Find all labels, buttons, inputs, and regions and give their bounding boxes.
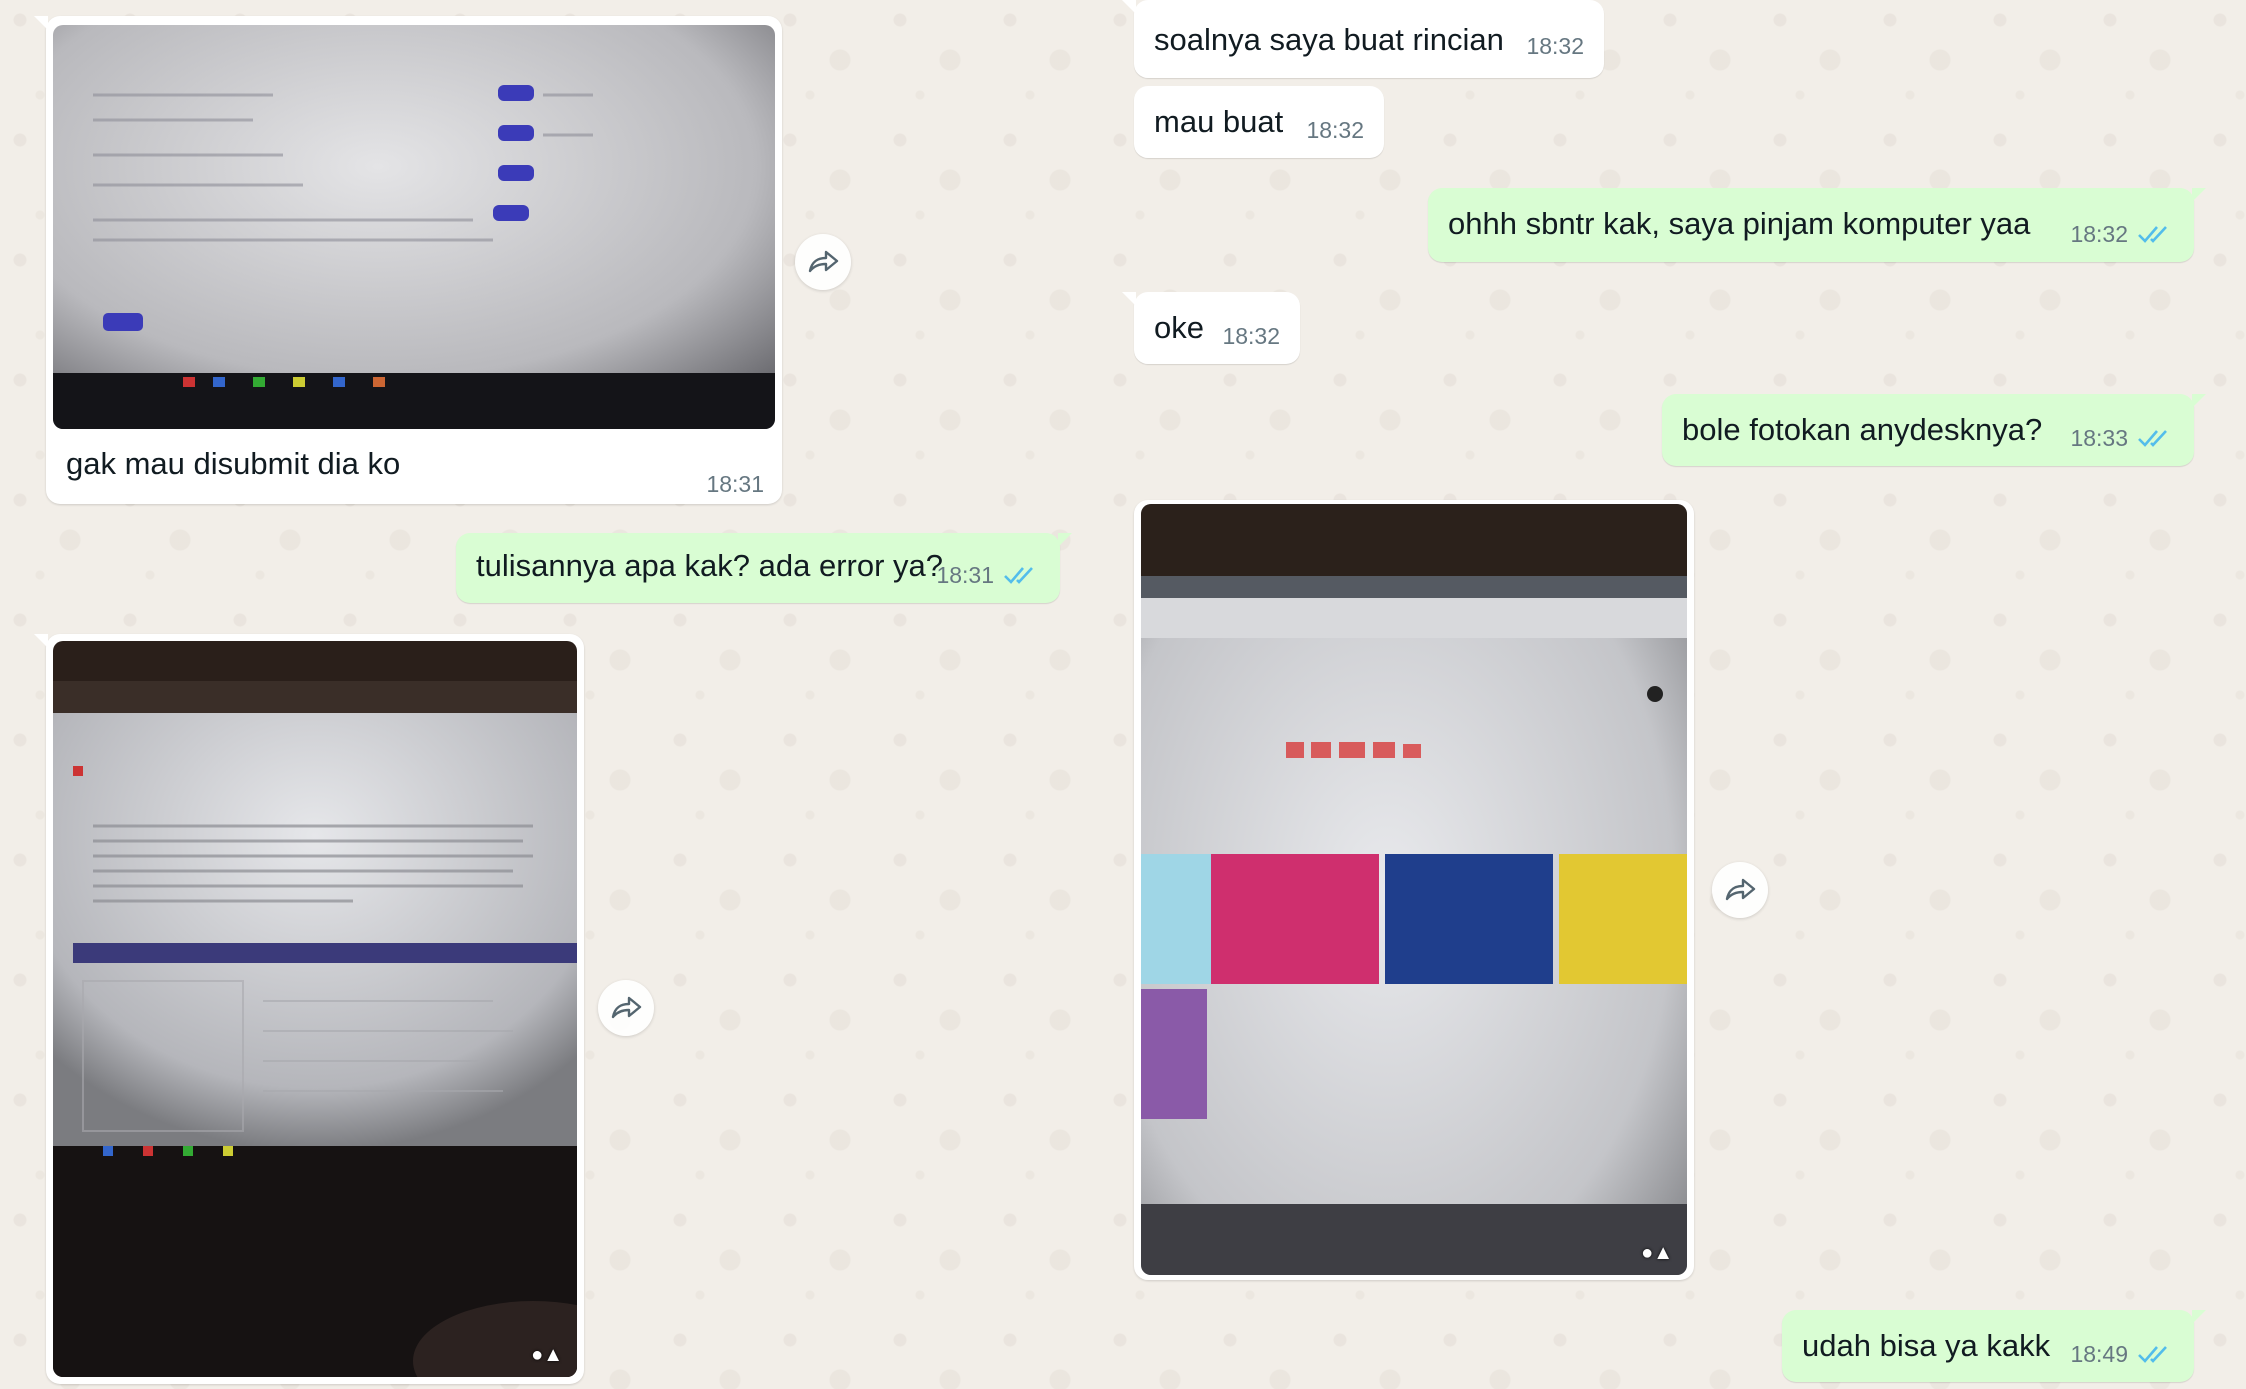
incoming-message-5[interactable]: mau buat 18:32 xyxy=(1134,86,1384,158)
message-meta-4: 18:32 xyxy=(1526,26,1584,66)
message-photo-9[interactable]: ●▲ xyxy=(1141,504,1687,1275)
media-badge-icon: ●▲ xyxy=(1641,1242,1673,1264)
outgoing-message-10[interactable]: udah bisa ya kakk 18:49 xyxy=(1782,1310,2206,1382)
double-check-icon xyxy=(1004,567,1033,584)
message-text-2: tulisannya apa kak? ada error ya? xyxy=(476,548,944,583)
image-message-3[interactable]: ●▲ xyxy=(34,634,584,1384)
forward-icon xyxy=(1725,878,1756,901)
forward-button-1[interactable] xyxy=(795,234,851,290)
message-meta-2: 18:31 xyxy=(936,555,1040,595)
forward-icon xyxy=(808,250,839,273)
double-check-icon xyxy=(2138,430,2167,447)
message-text-4: soalnya saya buat rincian xyxy=(1154,22,1504,57)
message-text-10: udah bisa ya kakk xyxy=(1802,1328,2051,1363)
message-meta-7: 18:32 xyxy=(1222,316,1280,356)
message-photo-3[interactable]: ●▲ xyxy=(53,641,577,1377)
message-time-4: 18:32 xyxy=(1526,33,1584,59)
message-time-8: 18:33 xyxy=(2070,425,2128,451)
photo-3-art xyxy=(53,641,577,1377)
double-check-icon xyxy=(2138,226,2167,243)
photo-1-art xyxy=(53,25,775,429)
message-text-8: bole fotokan anydesknya? xyxy=(1682,412,2043,447)
forward-button-3[interactable] xyxy=(598,980,654,1036)
message-time-6: 18:32 xyxy=(2070,221,2128,247)
outgoing-message-8[interactable]: bole fotokan anydesknya? 18:33 xyxy=(1662,394,2206,466)
message-meta-8: 18:33 xyxy=(2070,418,2174,458)
photo-9-art xyxy=(1141,504,1687,1275)
outgoing-message-6[interactable]: ohhh sbntr kak, saya pinjam komputer yaa… xyxy=(1428,188,2206,262)
message-text-5: mau buat xyxy=(1154,104,1284,139)
message-text-6: ohhh sbntr kak, saya pinjam komputer yaa xyxy=(1448,206,2031,241)
message-time-10: 18:49 xyxy=(2070,1341,2128,1367)
incoming-message-7[interactable]: oke 18:32 xyxy=(1122,292,1300,364)
forward-button-9[interactable] xyxy=(1712,862,1768,918)
image-caption-1: gak mau disubmit dia ko xyxy=(66,446,401,481)
message-photo-1[interactable] xyxy=(53,25,775,429)
image-message-1[interactable]: gak mau disubmit dia ko 18:31 xyxy=(34,16,782,504)
media-badge-icon: ●▲ xyxy=(531,1344,563,1366)
message-meta-10: 18:49 xyxy=(2070,1334,2174,1374)
message-time-2: 18:31 xyxy=(936,562,994,588)
message-meta-6: 18:32 xyxy=(2070,214,2174,254)
message-time-1: 18:31 xyxy=(706,471,764,497)
outgoing-message-2[interactable]: tulisannya apa kak? ada error ya? 18:31 xyxy=(456,533,1072,603)
image-message-9[interactable]: ●▲ xyxy=(1134,500,1694,1280)
message-time-5: 18:32 xyxy=(1306,117,1364,143)
incoming-message-4[interactable]: soalnya saya buat rincian 18:32 xyxy=(1122,0,1604,78)
message-time-7: 18:32 xyxy=(1222,323,1280,349)
double-check-icon xyxy=(2138,1346,2167,1363)
forward-icon xyxy=(611,996,642,1019)
message-meta-5: 18:32 xyxy=(1306,110,1364,150)
message-text-7: oke xyxy=(1154,310,1204,345)
